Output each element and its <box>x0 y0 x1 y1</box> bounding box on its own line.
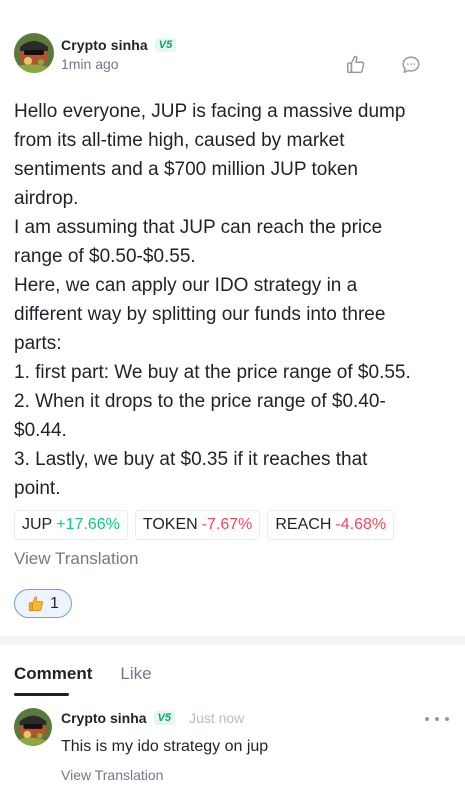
comment-like-tabs: Comment Like <box>14 664 180 696</box>
post-line: I am assuming that JUP can reach the pri… <box>14 217 383 238</box>
ticker-change: +17.66% <box>56 516 120 533</box>
section-divider <box>0 636 465 645</box>
ticker-change: -7.67% <box>201 516 253 533</box>
ticker-chip-jup[interactable]: JUP +17.66% <box>14 510 128 540</box>
commenter-avatar[interactable] <box>14 708 52 746</box>
post-line: Hello everyone, JUP is facing a massive … <box>14 101 406 122</box>
ticker-symbol: TOKEN <box>142 516 198 533</box>
comment-header: Crypto sinha V5 Just now <box>61 710 453 726</box>
reaction-button[interactable]: 1 <box>14 589 72 618</box>
post-line: airdrop. <box>14 188 79 209</box>
comment-time: Just now <box>189 710 245 726</box>
post-line: sentiments and a $700 million JUP token <box>14 159 358 180</box>
post-line: $0.44. <box>14 420 67 441</box>
ticker-chip-token[interactable]: TOKEN -7.67% <box>134 510 261 540</box>
author-avatar[interactable] <box>14 33 54 73</box>
more-options-icon[interactable] <box>425 712 449 726</box>
post-line: parts: <box>14 333 62 354</box>
post-time: 1min ago <box>61 55 119 72</box>
post-line: different way by splitting our funds int… <box>14 304 386 325</box>
tab-comment[interactable]: Comment <box>14 664 92 696</box>
ticker-symbol: REACH <box>275 516 332 533</box>
author-block: Crypto sinha V5 1min ago <box>61 35 177 72</box>
author-row: Crypto sinha V5 <box>61 35 177 55</box>
commenter-name[interactable]: Crypto sinha <box>61 710 147 726</box>
post-line: 1. first part: We buy at the price range… <box>14 362 411 383</box>
ticker-chip-reach[interactable]: REACH -4.68% <box>267 510 395 540</box>
author-name[interactable]: Crypto sinha <box>61 37 148 53</box>
comment-text: This is my ido strategy on jup <box>61 738 269 755</box>
like-icon[interactable] <box>345 54 367 76</box>
post-line: Here, we can apply our IDO strategy in a <box>14 275 358 296</box>
ticker-change: -4.68% <box>335 516 387 533</box>
thumbs-up-emoji-icon <box>28 596 44 611</box>
post-line: range of $0.50-$0.55. <box>14 246 196 267</box>
active-tab-indicator <box>14 693 69 696</box>
view-translation-link[interactable]: View Translation <box>14 549 138 569</box>
post-body: Hello everyone, JUP is facing a massive … <box>14 97 454 503</box>
comment-icon[interactable] <box>400 54 422 76</box>
post-line: 3. Lastly, we buy at $0.35 if it reaches… <box>14 449 368 470</box>
ticker-list: JUP +17.66% TOKEN -7.67% REACH -4.68% <box>14 510 401 540</box>
post-line: from its all-time high, caused by market <box>14 130 345 151</box>
vip-badge: V5 <box>153 711 176 725</box>
post-line: point. <box>14 478 61 499</box>
reaction-count: 1 <box>50 594 59 612</box>
comment-view-translation-link[interactable]: View Translation <box>61 767 163 783</box>
ticker-symbol: JUP <box>22 516 53 533</box>
tab-like[interactable]: Like <box>120 664 151 696</box>
post-header: Crypto sinha V5 1min ago <box>14 32 177 74</box>
vip-badge: V5 <box>154 37 177 52</box>
post-line: 2. When it drops to the price range of $… <box>14 391 386 412</box>
